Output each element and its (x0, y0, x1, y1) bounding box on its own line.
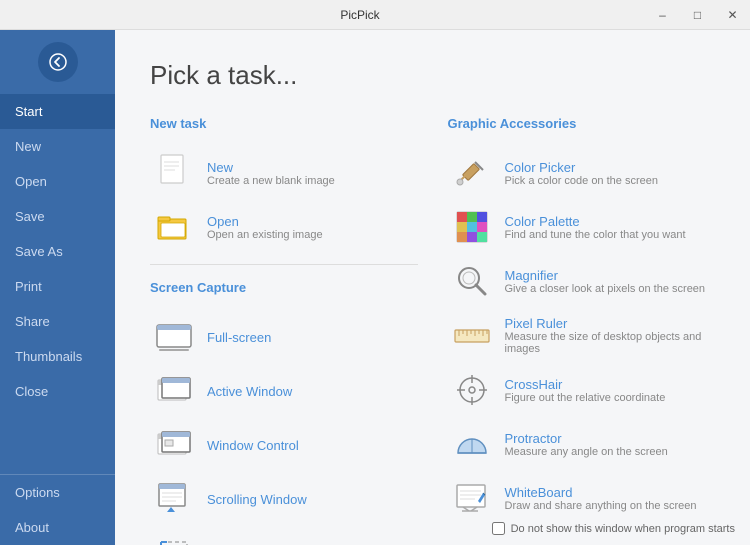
close-button[interactable]: ✕ (715, 0, 750, 29)
task-open-desc: Open an existing image (207, 229, 323, 241)
sidebar-item-start[interactable]: Start (0, 94, 115, 129)
divider (150, 264, 418, 265)
maximize-button[interactable]: □ (680, 0, 715, 29)
task-active-window-name: Active Window (207, 384, 292, 399)
task-fullscreen[interactable]: Full-screen (150, 310, 418, 364)
whiteboard-icon (453, 479, 491, 517)
sidebar-bottom: Options About (0, 474, 115, 545)
region-icon (155, 534, 193, 545)
task-protractor-desc: Measure any angle on the screen (505, 446, 668, 458)
pixel-ruler-icon (453, 317, 491, 355)
task-magnifier-desc: Give a closer look at pixels on the scre… (505, 283, 706, 295)
sidebar-item-options[interactable]: Options (0, 475, 115, 510)
task-window-control-name: Window Control (207, 438, 299, 453)
task-new-desc: Create a new blank image (207, 175, 335, 187)
two-column-layout: New task New Create a new blank image (150, 116, 715, 545)
right-column: Graphic Accessories Color Picker Pick (448, 116, 716, 545)
content-area: Pick a task... New task (115, 30, 750, 545)
task-scrolling-window-name: Scrolling Window (207, 492, 307, 507)
protractor-icon (453, 425, 491, 463)
dont-show-label: Do not show this window when program sta… (511, 523, 735, 535)
task-whiteboard[interactable]: WhiteBoard Draw and share anything on th… (448, 471, 716, 525)
active-window-icon (155, 372, 193, 410)
task-new[interactable]: New Create a new blank image (150, 146, 418, 200)
task-whiteboard-desc: Draw and share anything on the screen (505, 500, 697, 512)
sidebar-item-print[interactable]: Print (0, 269, 115, 304)
crosshair-icon (453, 371, 491, 409)
task-crosshair-name: CrossHair (505, 377, 666, 392)
sidebar: Start New Open Save Save As Print Share … (0, 30, 115, 545)
task-region[interactable]: Region (150, 526, 418, 545)
sidebar-item-open[interactable]: Open (0, 164, 115, 199)
task-color-picker-name: Color Picker (505, 160, 658, 175)
task-new-name: New (207, 160, 335, 175)
sidebar-item-about[interactable]: About (0, 510, 115, 545)
task-color-picker-desc: Pick a color code on the screen (505, 175, 658, 187)
task-color-palette-name: Color Palette (505, 214, 686, 229)
task-pixel-ruler[interactable]: Pixel Ruler Measure the size of desktop … (448, 308, 716, 363)
back-button[interactable] (38, 42, 78, 82)
app-body: Start New Open Save Save As Print Share … (0, 30, 750, 545)
task-pixel-ruler-name: Pixel Ruler (505, 316, 711, 331)
task-color-palette-desc: Find and tune the color that you want (505, 229, 686, 241)
left-column: New task New Create a new blank image (150, 116, 418, 545)
task-fullscreen-name: Full-screen (207, 330, 271, 345)
footer: Do not show this window when program sta… (492, 522, 735, 535)
color-picker-icon (453, 154, 491, 192)
screen-capture-section-title: Screen Capture (150, 280, 418, 295)
task-magnifier[interactable]: Magnifier Give a closer look at pixels o… (448, 254, 716, 308)
task-protractor-name: Protractor (505, 431, 668, 446)
magnifier-icon (453, 262, 491, 300)
new-icon (155, 154, 193, 192)
task-crosshair-desc: Figure out the relative coordinate (505, 392, 666, 404)
task-pixel-ruler-desc: Measure the size of desktop objects and … (505, 331, 711, 355)
page-title: Pick a task... (150, 60, 715, 91)
task-crosshair[interactable]: CrossHair Figure out the relative coordi… (448, 363, 716, 417)
task-magnifier-name: Magnifier (505, 268, 706, 283)
fullscreen-icon (155, 318, 193, 356)
minimize-button[interactable]: – (645, 0, 680, 29)
graphic-section-title: Graphic Accessories (448, 116, 716, 131)
task-scrolling-window[interactable]: Scrolling Window (150, 472, 418, 526)
titlebar: PicPick – □ ✕ (0, 0, 750, 30)
sidebar-item-new[interactable]: New (0, 129, 115, 164)
window-control-icon (155, 426, 193, 464)
open-icon (155, 208, 193, 246)
task-protractor[interactable]: Protractor Measure any angle on the scre… (448, 417, 716, 471)
sidebar-item-thumbnails[interactable]: Thumbnails (0, 339, 115, 374)
titlebar-controls: – □ ✕ (645, 0, 750, 29)
task-color-picker[interactable]: Color Picker Pick a color code on the sc… (448, 146, 716, 200)
sidebar-item-save-as[interactable]: Save As (0, 234, 115, 269)
dont-show-checkbox[interactable] (492, 522, 505, 535)
task-color-palette[interactable]: Color Palette Find and tune the color th… (448, 200, 716, 254)
sidebar-item-close[interactable]: Close (0, 374, 115, 409)
task-whiteboard-name: WhiteBoard (505, 485, 697, 500)
scrolling-window-icon (155, 480, 193, 518)
task-open[interactable]: Open Open an existing image (150, 200, 418, 254)
task-open-name: Open (207, 214, 323, 229)
new-task-section-title: New task (150, 116, 418, 131)
sidebar-item-save[interactable]: Save (0, 199, 115, 234)
titlebar-title: PicPick (75, 8, 645, 22)
task-window-control[interactable]: Window Control (150, 418, 418, 472)
sidebar-item-share[interactable]: Share (0, 304, 115, 339)
task-active-window[interactable]: Active Window (150, 364, 418, 418)
color-palette-icon (453, 208, 491, 246)
